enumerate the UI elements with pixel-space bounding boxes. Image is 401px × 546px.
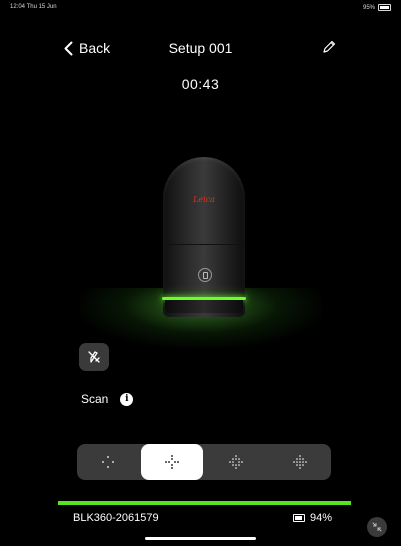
density-option-sparse[interactable]	[77, 444, 139, 480]
info-icon[interactable]: i	[120, 392, 134, 406]
density-very-dense-icon	[293, 455, 307, 469]
device-base	[165, 300, 243, 313]
scan-row: Scan i	[81, 392, 134, 406]
scan-label: Scan	[81, 392, 109, 406]
scan-progress-bar	[58, 501, 351, 505]
density-option-dense[interactable]	[205, 444, 267, 480]
pencil-icon	[323, 40, 336, 53]
status-battery-percent: 95%	[362, 4, 375, 11]
device-battery: 94%	[293, 512, 332, 524]
leica-logo: Leica	[193, 195, 215, 204]
density-dense-icon	[229, 455, 243, 469]
density-option-very-dense[interactable]	[269, 444, 331, 480]
home-indicator[interactable]	[145, 537, 256, 540]
collapse-button[interactable]	[367, 517, 387, 537]
density-sparse-icon	[102, 456, 114, 468]
scan-timer: 00:43	[181, 76, 220, 92]
power-button-icon	[198, 268, 212, 282]
density-option-standard[interactable]	[141, 444, 203, 480]
device-name: BLK360-2061579	[73, 512, 159, 524]
scan-density-selector	[77, 444, 331, 480]
density-standard-icon	[165, 455, 179, 469]
scan-progress-fill	[58, 501, 351, 505]
status-bar: 12:04 Thu 15 Jun 95%	[10, 4, 391, 16]
battery-icon	[378, 4, 391, 11]
navigation-bar: Back Setup 001	[0, 38, 401, 60]
edit-button[interactable]	[321, 39, 337, 55]
battery-icon	[293, 514, 305, 522]
device-battery-percent: 94%	[310, 512, 333, 524]
page-title: Setup 001	[168, 40, 233, 56]
device-seam	[163, 244, 245, 245]
device-illustration: Leica	[0, 120, 401, 350]
pen-tool-button[interactable]	[79, 343, 109, 371]
status-right: 95%	[363, 4, 391, 11]
collapse-arrows-icon	[372, 522, 382, 532]
status-time-date: 12:04 Thu 15 Jun	[10, 4, 57, 10]
scanner-device: Leica	[162, 157, 246, 317]
pen-tool-icon	[88, 351, 100, 363]
